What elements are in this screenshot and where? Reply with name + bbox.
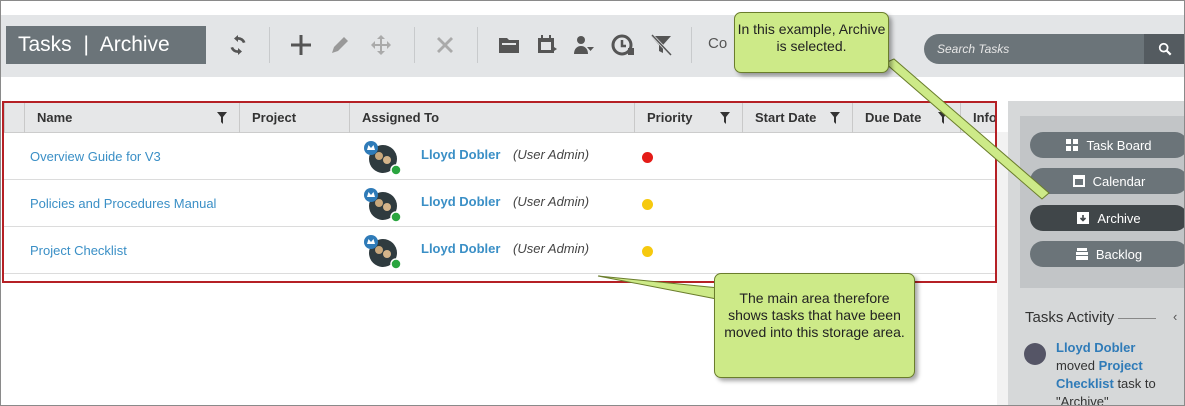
activity-target: "Archive" (1056, 394, 1109, 406)
page-title: Tasks | Archive (6, 26, 206, 64)
archive-button[interactable]: Archive (1030, 205, 1184, 231)
move-icon[interactable] (365, 29, 397, 61)
archive-label: Archive (1097, 210, 1141, 226)
assignee-name[interactable]: Lloyd Dobler (421, 194, 500, 209)
priority-dot (642, 199, 653, 210)
avatar (364, 188, 401, 223)
filter-icon[interactable] (720, 112, 730, 124)
assign-user-icon[interactable] (568, 29, 600, 61)
avatar (364, 141, 401, 176)
callout-bottom-text: The main area therefore shows tasks that… (724, 290, 905, 340)
backlog-label: Backlog (1095, 246, 1143, 262)
table-row[interactable]: Project Checklist Lloyd Dobler (User Admin… (4, 227, 995, 274)
calendar-icon (1072, 175, 1085, 187)
collapse-chevron-icon[interactable]: ‹ (1173, 309, 1177, 324)
table-scrollbar[interactable] (997, 132, 1008, 405)
delete-icon[interactable] (429, 29, 461, 61)
assignee-role: (User Admin) (513, 147, 590, 162)
calendar-button[interactable]: Calendar (1030, 168, 1184, 194)
avatar (1024, 343, 1046, 365)
column-assigned-to[interactable]: Assigned To (349, 103, 634, 133)
column-label: Name (37, 110, 73, 125)
column-start-date[interactable]: Start Date (742, 103, 852, 133)
view-switcher: Task Board Calendar Archive Backlog (1020, 116, 1184, 288)
assignee-name[interactable]: Lloyd Dobler (421, 147, 500, 162)
refresh-icon[interactable] (222, 29, 254, 61)
task-table: Name Project Assigned To Priority Start … (2, 101, 997, 283)
activity-verb: moved (1056, 358, 1096, 373)
column-priority[interactable]: Priority (634, 103, 742, 133)
activity-suffix: task to (1117, 376, 1156, 391)
table-header: Name Project Assigned To Priority Start … (4, 103, 995, 133)
column-label: Project (252, 110, 297, 125)
column-label: Assigned To (362, 110, 440, 125)
table-row[interactable]: Policies and Procedures Manual Lloyd Dobl… (4, 180, 995, 227)
header-spacer (4, 103, 24, 133)
calendar-icon[interactable] (531, 29, 563, 61)
clock-icon[interactable] (607, 29, 639, 61)
columns-menu[interactable]: Co (708, 35, 727, 52)
callout-archive-selected: In this example, Archive is selected. (734, 12, 889, 73)
callout-main-area: The main area therefore shows tasks that… (714, 273, 915, 378)
column-info[interactable]: Info (960, 103, 997, 133)
task-name-link[interactable]: Overview Guide for V3 (30, 149, 161, 164)
backlog-icon (1075, 248, 1088, 260)
priority-dot (642, 152, 653, 163)
column-due-date[interactable]: Due Date (852, 103, 960, 133)
callout-top-text: In this example, Archive is selected. (737, 21, 886, 54)
archive-icon (1077, 212, 1090, 224)
add-icon[interactable] (285, 29, 317, 61)
toolbar-divider (691, 27, 692, 63)
toolbar-divider (477, 27, 478, 63)
activity-divider (1118, 318, 1156, 319)
calendar-label: Calendar (1092, 173, 1146, 189)
column-label: Priority (647, 110, 693, 125)
column-name[interactable]: Name (24, 103, 239, 133)
title-label: Tasks (18, 33, 72, 56)
filter-icon[interactable] (938, 112, 948, 124)
title-separator: | (83, 33, 89, 56)
task-board-label: Task Board (1086, 137, 1152, 153)
column-label: Start Date (755, 110, 817, 125)
filter-icon[interactable] (217, 112, 227, 124)
toolbar-divider (269, 27, 270, 63)
assignee-name[interactable]: Lloyd Dobler (421, 241, 500, 256)
task-name-link[interactable]: Project Checklist (30, 243, 127, 258)
backlog-button[interactable]: Backlog (1030, 241, 1184, 267)
column-label: Due Date (865, 110, 922, 125)
activity-item: Lloyd Dobler moved Project Checklist tas… (1056, 339, 1181, 406)
right-sidebar: Task Board Calendar Archive Backlog Task… (1008, 101, 1184, 406)
table-row[interactable]: Overview Guide for V3 Lloyd Dobler (User A… (4, 133, 995, 180)
search-icon (1158, 42, 1172, 56)
avatar (364, 235, 401, 270)
column-label: Info (973, 110, 997, 125)
app-window: Tasks | Archive Co Search Tasks Name Pro… (0, 0, 1185, 406)
toolbar-divider (414, 27, 415, 63)
assignee-role: (User Admin) (513, 194, 590, 209)
search-input[interactable]: Search Tasks (924, 34, 1146, 64)
view-label: Archive (99, 33, 170, 56)
column-project[interactable]: Project (239, 103, 349, 133)
assignee-role: (User Admin) (513, 241, 590, 256)
task-name-link[interactable]: Policies and Procedures Manual (30, 196, 216, 211)
activity-title: Tasks Activity (1025, 309, 1115, 326)
activity-user[interactable]: Lloyd Dobler (1056, 340, 1135, 355)
grid-icon (1066, 139, 1079, 151)
toolbar: Tasks | Archive Co Search Tasks (1, 15, 1184, 77)
priority-dot (642, 246, 653, 257)
folder-icon[interactable] (493, 29, 525, 61)
filter-icon[interactable] (830, 112, 840, 124)
search-button[interactable] (1144, 34, 1184, 64)
clear-filter-icon[interactable] (645, 29, 677, 61)
edit-icon[interactable] (324, 29, 356, 61)
task-board-button[interactable]: Task Board (1030, 132, 1184, 158)
